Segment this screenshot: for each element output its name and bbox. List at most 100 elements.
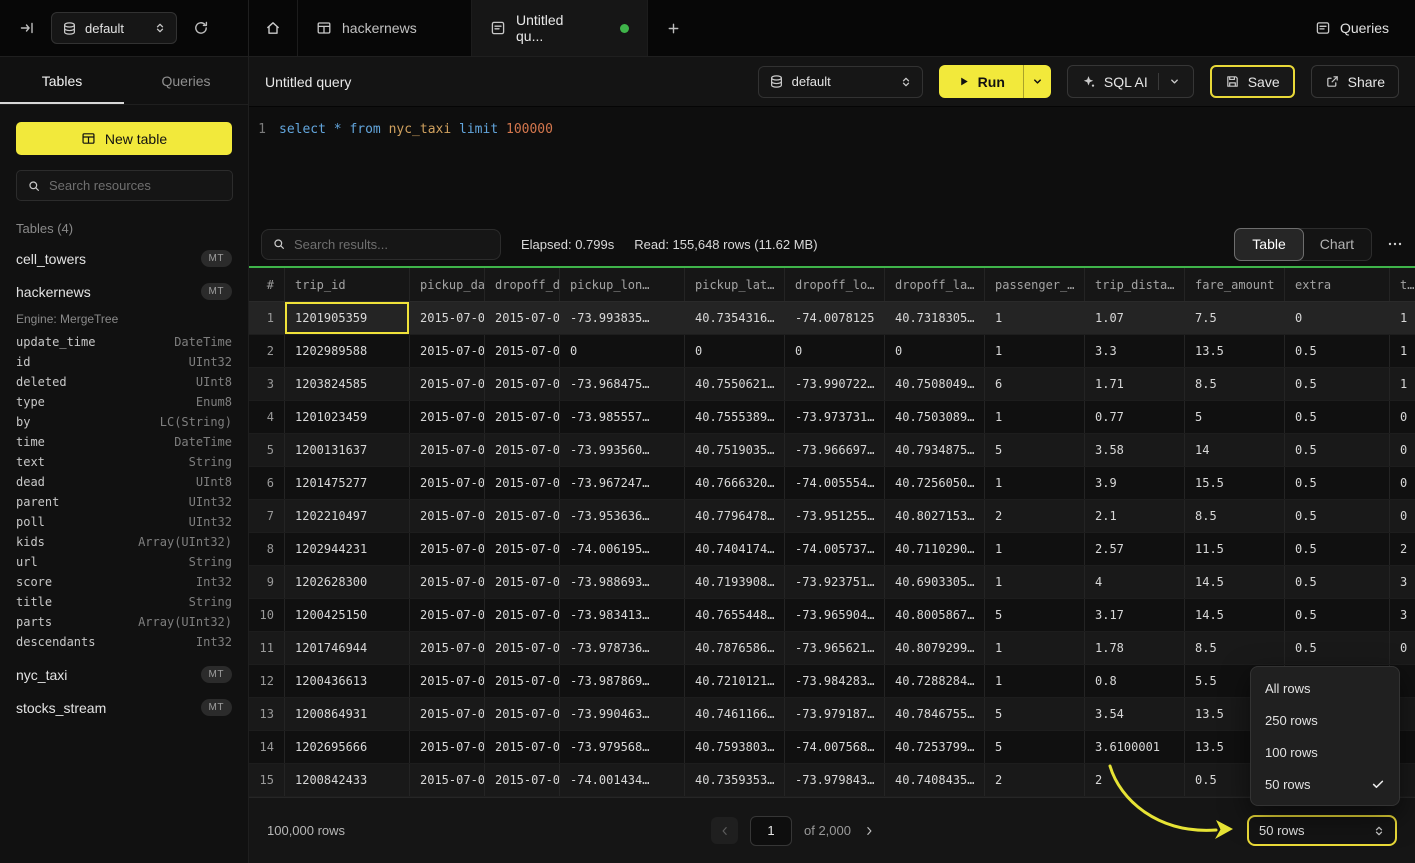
grid-cell[interactable]: 2.57 — [1085, 533, 1185, 565]
grid-cell[interactable]: -73.978736… — [560, 632, 685, 664]
prev-page-button[interactable] — [711, 817, 738, 844]
grid-cell[interactable]: 2015-07-01… — [410, 599, 485, 631]
grid-cell[interactable]: 40.7193908… — [685, 566, 785, 598]
grid-cell[interactable]: -73.990722… — [785, 368, 885, 400]
grid-cell[interactable]: 0.5 — [1285, 335, 1390, 367]
grid-cell[interactable]: 40.7519035… — [685, 434, 785, 466]
grid-cell[interactable]: 0.5 — [1285, 533, 1390, 565]
grid-cell[interactable]: 2015-07-01… — [410, 533, 485, 565]
rows-option-100-rows[interactable]: 100 rows — [1251, 736, 1399, 768]
grid-cell[interactable]: 2015-07-01… — [410, 434, 485, 466]
grid-cell[interactable]: 2015-07-01… — [410, 302, 485, 334]
grid-cell[interactable]: 1200425150 — [285, 599, 410, 631]
sidebar-table-nyc-taxi[interactable]: nyc_taxi MT — [0, 658, 248, 691]
grid-cell[interactable]: -73.951255… — [785, 500, 885, 532]
grid-cell[interactable]: 1200436613 — [285, 665, 410, 697]
grid-cell[interactable]: 0 — [1390, 632, 1415, 664]
grid-cell[interactable]: 3 — [1390, 566, 1415, 598]
grid-cell[interactable]: 4 — [1085, 566, 1185, 598]
grid-cell[interactable]: 40.7508049… — [885, 368, 985, 400]
table-row[interactable]: 1312008649312015-07-01…2015-07-01…-73.99… — [249, 698, 1415, 731]
grid-cell[interactable]: 15.5 — [1185, 467, 1285, 499]
grid-cell[interactable]: 14 — [1185, 434, 1285, 466]
grid-cell[interactable]: -73.988693… — [560, 566, 685, 598]
grid-cell[interactable]: 40.7461166… — [685, 698, 785, 730]
table-row[interactable]: 612014752772015-07-01…2015-07-01…-73.967… — [249, 467, 1415, 500]
save-button[interactable]: Save — [1210, 65, 1295, 98]
grid-cell[interactable]: -74.005737… — [785, 533, 885, 565]
table-row[interactable]: 912026283002015-07-01…2015-07-01…-73.988… — [249, 566, 1415, 599]
grid-cell[interactable]: 2015-07-01… — [410, 335, 485, 367]
grid-cell[interactable]: 2015-07-01… — [485, 599, 560, 631]
sidebar-tab-tables[interactable]: Tables — [0, 57, 124, 104]
column-header[interactable]: dropoff_lo… — [785, 268, 885, 301]
grid-cell[interactable]: 11.5 — [1185, 533, 1285, 565]
grid-cell[interactable]: 1202628300 — [285, 566, 410, 598]
sql-editor[interactable]: 1 select * from nyc_taxi limit 100000 — [249, 107, 1415, 222]
grid-cell[interactable]: 2015-07-01… — [410, 632, 485, 664]
grid-cell[interactable]: -73.985557… — [560, 401, 685, 433]
grid-cell[interactable]: -73.993835… — [560, 302, 685, 334]
grid-cell[interactable]: 2015-07-01… — [485, 566, 560, 598]
grid-cell[interactable]: -74.006195… — [560, 533, 685, 565]
grid-cell[interactable]: 3.58 — [1085, 434, 1185, 466]
queries-button[interactable]: Queries — [1315, 0, 1389, 56]
grid-cell[interactable]: -73.987869… — [560, 665, 685, 697]
grid-cell[interactable]: 2015-07-01… — [485, 467, 560, 499]
rows-option-250-rows[interactable]: 250 rows — [1251, 704, 1399, 736]
grid-cell[interactable]: 40.8079299… — [885, 632, 985, 664]
grid-cell[interactable]: 1 — [1390, 368, 1415, 400]
grid-cell[interactable]: 1200131637 — [285, 434, 410, 466]
grid-cell[interactable]: 40.7666320… — [685, 467, 785, 499]
grid-cell[interactable]: 40.7550621… — [685, 368, 785, 400]
table-row[interactable]: 1412026956662015-07-01…2015-07-01…-73.97… — [249, 731, 1415, 764]
grid-cell[interactable]: -73.966697… — [785, 434, 885, 466]
results-search[interactable] — [261, 229, 501, 260]
grid-cell[interactable]: 1 — [985, 566, 1085, 598]
grid-cell[interactable]: 1 — [249, 302, 285, 334]
grid-cell[interactable]: 1203824585 — [285, 368, 410, 400]
table-row[interactable]: 712022104972015-07-01…2015-07-01…-73.953… — [249, 500, 1415, 533]
grid-cell[interactable]: 2015-07-01… — [485, 764, 560, 796]
grid-cell[interactable]: 40.6903305… — [885, 566, 985, 598]
grid-cell[interactable]: 0.5 — [1285, 467, 1390, 499]
run-button[interactable]: Run — [939, 65, 1023, 98]
sql-ai-button[interactable]: SQL AI — [1067, 65, 1194, 98]
grid-cell[interactable]: 40.7503089… — [885, 401, 985, 433]
tab-untitled-query[interactable]: Untitled qu... — [472, 0, 648, 56]
column-header[interactable]: dropoff_da… — [485, 268, 560, 301]
page-number-input[interactable] — [750, 816, 792, 846]
share-button[interactable]: Share — [1311, 65, 1399, 98]
resources-search-input[interactable] — [49, 178, 225, 193]
column-header[interactable]: trip_dista… — [1085, 268, 1185, 301]
grid-cell[interactable]: 2015-07-01… — [485, 401, 560, 433]
grid-cell[interactable]: 0.5 — [1285, 599, 1390, 631]
grid-cell[interactable]: 2015-07-01… — [485, 533, 560, 565]
grid-cell[interactable]: 0.8 — [1085, 665, 1185, 697]
grid-cell[interactable]: 40.7934875… — [885, 434, 985, 466]
grid-cell[interactable]: -73.979843… — [785, 764, 885, 796]
grid-cell[interactable]: 3.6100001 — [1085, 731, 1185, 763]
grid-cell[interactable]: 2015-07-01… — [410, 698, 485, 730]
grid-cell[interactable]: 0 — [685, 335, 785, 367]
grid-cell[interactable]: 1202695666 — [285, 731, 410, 763]
rows-option-all-rows[interactable]: All rows — [1251, 672, 1399, 704]
grid-cell[interactable]: 0 — [1285, 302, 1390, 334]
grid-cell[interactable]: 3 — [1390, 599, 1415, 631]
grid-cell[interactable]: 2015-07-01… — [410, 467, 485, 499]
grid-cell[interactable]: -73.993560… — [560, 434, 685, 466]
results-more-icon[interactable] — [1387, 236, 1403, 252]
grid-cell[interactable]: 2015-07-01… — [485, 665, 560, 697]
grid-cell[interactable]: 0 — [1390, 467, 1415, 499]
grid-cell[interactable]: 1200842433 — [285, 764, 410, 796]
selected-cell[interactable]: 1201905359 — [285, 302, 410, 334]
sidebar-tab-queries[interactable]: Queries — [124, 57, 248, 104]
grid-cell[interactable]: 1200864931 — [285, 698, 410, 730]
grid-cell[interactable]: 0.5 — [1285, 632, 1390, 664]
grid-cell[interactable]: 2.1 — [1085, 500, 1185, 532]
grid-cell[interactable]: 0.77 — [1085, 401, 1185, 433]
grid-cell[interactable]: 1.07 — [1085, 302, 1185, 334]
grid-cell[interactable]: 40.7253799… — [885, 731, 985, 763]
grid-cell[interactable]: -73.923751… — [785, 566, 885, 598]
grid-cell[interactable]: 0.5 — [1285, 434, 1390, 466]
